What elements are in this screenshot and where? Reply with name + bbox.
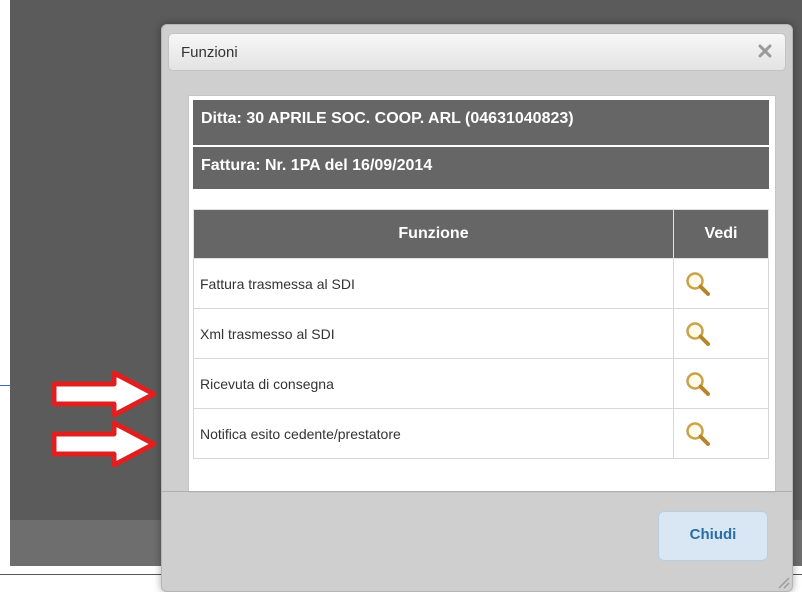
red-arrow-icon [51,420,157,468]
dialog-title: Funzioni [181,44,238,61]
dialog-titlebar[interactable]: Funzioni [168,33,786,71]
close-icon[interactable] [755,41,775,61]
row-vedi-cell [673,358,769,409]
resize-grip-icon[interactable] [776,575,790,589]
close-button[interactable]: Chiudi [658,511,768,561]
functions-table: Funzione Vedi Fattura trasmessa al SDI X… [193,209,769,459]
row-vedi-cell [673,258,769,309]
footer-separator [162,491,792,492]
column-header-vedi: Vedi [673,209,769,259]
red-arrow-icon [51,370,157,418]
row-funzione: Xml trasmesso al SDI [193,308,674,359]
row-vedi-cell [673,408,769,459]
ditta-label: Ditta: 30 APRILE SOC. COOP. ARL (0463104… [201,110,574,127]
table-row: Xml trasmesso al SDI [193,308,769,359]
column-header-funzione: Funzione [193,209,674,259]
magnifier-icon[interactable] [684,270,712,298]
table-header-row: Funzione Vedi [193,209,769,259]
table-row: Ricevuta di consegna [193,358,769,409]
table-row: Fattura trasmessa al SDI [193,258,769,309]
magnifier-icon[interactable] [684,420,712,448]
magnifier-icon[interactable] [684,320,712,348]
row-funzione: Ricevuta di consegna [193,358,674,409]
row-vedi-cell [673,308,769,359]
fattura-bar: Fattura: Nr. 1PA del 16/09/2014 [193,147,769,189]
dialog-content: Ditta: 30 APRILE SOC. COOP. ARL (0463104… [188,95,776,493]
row-funzione: Fattura trasmessa al SDI [193,258,674,309]
table-row: Notifica esito cedente/prestatore [193,408,769,459]
magnifier-icon[interactable] [684,370,712,398]
row-funzione: Notifica esito cedente/prestatore [193,408,674,459]
ditta-bar: Ditta: 30 APRILE SOC. COOP. ARL (0463104… [193,100,769,145]
background-link-line [0,385,10,386]
functions-dialog: Funzioni Ditta: 30 APRILE SOC. COOP. ARL… [161,24,793,592]
fattura-label: Fattura: Nr. 1PA del 16/09/2014 [201,157,433,174]
